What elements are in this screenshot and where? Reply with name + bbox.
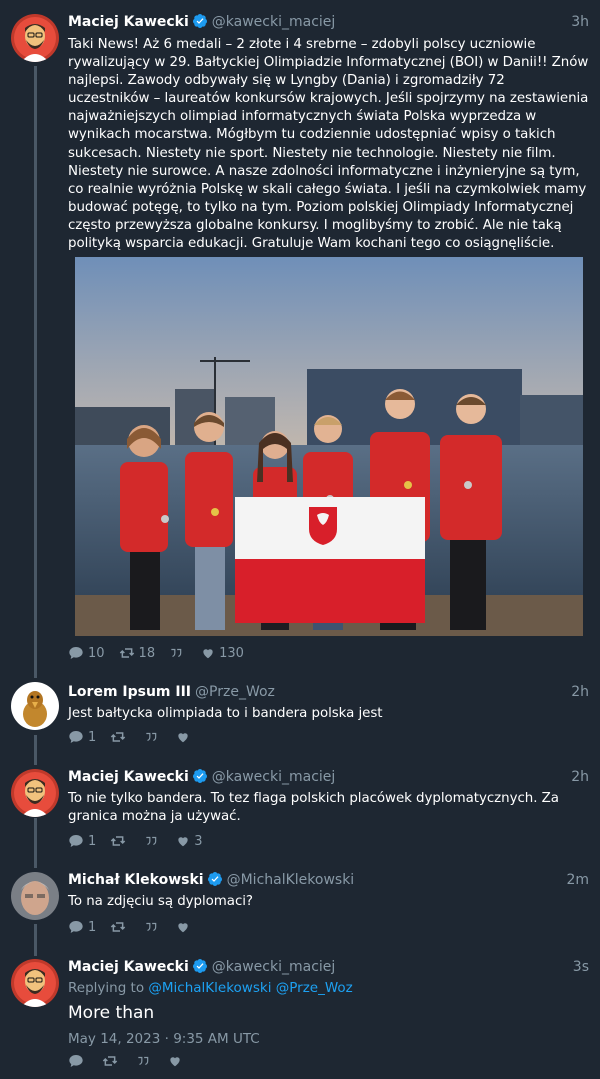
reply-count: 1 xyxy=(88,729,97,745)
like-button[interactable] xyxy=(176,730,194,744)
like-button[interactable]: 3 xyxy=(176,833,203,849)
retweet-icon xyxy=(102,1053,118,1069)
reply-icon xyxy=(68,919,84,935)
quote-icon xyxy=(144,730,158,744)
heart-icon xyxy=(168,1054,182,1068)
like-button[interactable]: 130 xyxy=(201,646,244,661)
tweet-time[interactable]: 3s xyxy=(573,957,589,977)
reply-button[interactable]: 1 xyxy=(68,833,96,849)
like-button[interactable] xyxy=(176,920,194,934)
avatar[interactable] xyxy=(11,14,59,62)
tweet-time[interactable]: 2m xyxy=(566,870,589,890)
like-count: 130 xyxy=(219,645,244,661)
tweet[interactable]: Lorem Ipsum III @Prze_Woz 2h Jest bałtyck… xyxy=(0,682,600,750)
retweet-icon xyxy=(110,833,126,849)
verified-badge-icon xyxy=(192,958,208,974)
tweet[interactable]: Maciej Kawecki @kawecki_maciej 3s Replyin… xyxy=(0,957,600,1077)
reply-icon xyxy=(68,645,84,661)
reply-count: 10 xyxy=(88,645,105,661)
tweet-text: More than xyxy=(68,1003,155,1023)
replying-to: Replying to @MichalKlekowski @Prze_Woz xyxy=(68,979,590,997)
heart-icon xyxy=(176,834,190,848)
reply-count: 1 xyxy=(88,833,97,849)
verified-badge-icon xyxy=(192,13,208,29)
replying-to-label: Replying to xyxy=(68,980,145,996)
avatar[interactable] xyxy=(11,959,59,1007)
retweet-icon xyxy=(119,645,135,661)
quote-button[interactable] xyxy=(144,730,162,744)
avatar[interactable] xyxy=(11,682,59,730)
quote-icon xyxy=(144,834,158,848)
cartoon-man-avatar-icon xyxy=(11,959,59,1007)
quote-icon xyxy=(144,920,158,934)
tweet-time[interactable]: 2h xyxy=(571,682,589,702)
retweet-button[interactable] xyxy=(110,833,130,849)
tweet-actions: 10 18 130 xyxy=(68,644,258,662)
avatar[interactable] xyxy=(11,769,59,817)
user-handle[interactable]: @Prze_Woz xyxy=(195,684,275,700)
retweet-button[interactable] xyxy=(102,1053,122,1069)
man-photo-avatar-icon xyxy=(11,872,59,920)
cartoon-man-avatar-icon xyxy=(11,769,59,817)
like-count: 3 xyxy=(194,833,203,849)
reply-icon xyxy=(68,833,84,849)
reply-button[interactable]: 1 xyxy=(68,729,96,745)
retweet-icon xyxy=(110,729,126,745)
quote-button[interactable] xyxy=(144,834,162,848)
quote-icon xyxy=(169,646,183,660)
retweet-button[interactable]: 18 xyxy=(119,645,156,661)
avatar[interactable] xyxy=(11,872,59,920)
display-name[interactable]: Maciej Kawecki xyxy=(68,769,189,785)
retweet-count: 18 xyxy=(138,645,156,661)
user-handle[interactable]: @kawecki_maciej xyxy=(212,769,336,785)
mention-link[interactable]: @MichalKlekowski xyxy=(148,980,271,996)
tweet-time[interactable]: 2h xyxy=(571,767,589,787)
quote-button[interactable] xyxy=(136,1054,154,1068)
tweet-actions: 1 xyxy=(68,918,208,936)
heart-icon xyxy=(201,646,215,660)
tweet[interactable]: Michał Klekowski @MichalKlekowski 2m To n… xyxy=(0,870,600,940)
user-handle[interactable]: @MichalKlekowski xyxy=(227,872,355,888)
user-handle[interactable]: @kawecki_maciej xyxy=(212,959,336,975)
tweet-time[interactable]: 3h xyxy=(571,12,589,32)
tweet-photo[interactable] xyxy=(75,257,583,636)
mention-link[interactable]: @Prze_Woz xyxy=(276,980,353,996)
tweet-actions xyxy=(68,1052,200,1070)
tweet-text: To nie tylko bandera. To tez flaga polsk… xyxy=(68,791,559,825)
heart-icon xyxy=(176,920,190,934)
retweet-button[interactable] xyxy=(110,919,130,935)
tweet-text: Taki News! Aż 6 medali – 2 złote i 4 sre… xyxy=(68,37,589,252)
quote-button[interactable] xyxy=(169,646,187,660)
reply-button[interactable] xyxy=(68,1053,88,1069)
tweet[interactable]: Maciej Kawecki @kawecki_maciej 2h To nie … xyxy=(0,767,600,857)
heart-icon xyxy=(176,730,190,744)
reply-icon xyxy=(68,1053,84,1069)
retweet-button[interactable] xyxy=(110,729,130,745)
verified-badge-icon xyxy=(192,768,208,784)
reply-button[interactable]: 1 xyxy=(68,919,96,935)
display-name[interactable]: Lorem Ipsum III xyxy=(68,684,191,700)
tweet-actions: 1 xyxy=(68,728,208,746)
like-button[interactable] xyxy=(168,1054,186,1068)
retweet-icon xyxy=(110,919,126,935)
tweet-date[interactable]: May 14, 2023 · 9:35 AM UTC xyxy=(68,1030,590,1048)
cartoon-man-avatar-icon xyxy=(11,14,59,62)
verified-badge-icon xyxy=(207,871,223,887)
reply-count: 1 xyxy=(88,919,97,935)
reply-icon xyxy=(68,729,84,745)
tweet-text: Jest bałtycka olimpiada to i bandera pol… xyxy=(68,706,383,721)
bird-mascot-avatar-icon xyxy=(11,682,59,730)
quote-icon xyxy=(136,1054,150,1068)
reply-button[interactable]: 10 xyxy=(68,645,105,661)
tweet-actions: 1 3 xyxy=(68,832,217,850)
display-name[interactable]: Maciej Kawecki xyxy=(68,14,189,30)
user-handle[interactable]: @kawecki_maciej xyxy=(212,14,336,30)
display-name[interactable]: Maciej Kawecki xyxy=(68,959,189,975)
tweet[interactable]: Maciej Kawecki @kawecki_maciej 3h Taki Ne… xyxy=(0,12,600,672)
quote-button[interactable] xyxy=(144,920,162,934)
tweet-text: To na zdjęciu są dyplomaci? xyxy=(68,894,253,909)
display-name[interactable]: Michał Klekowski xyxy=(68,872,204,888)
